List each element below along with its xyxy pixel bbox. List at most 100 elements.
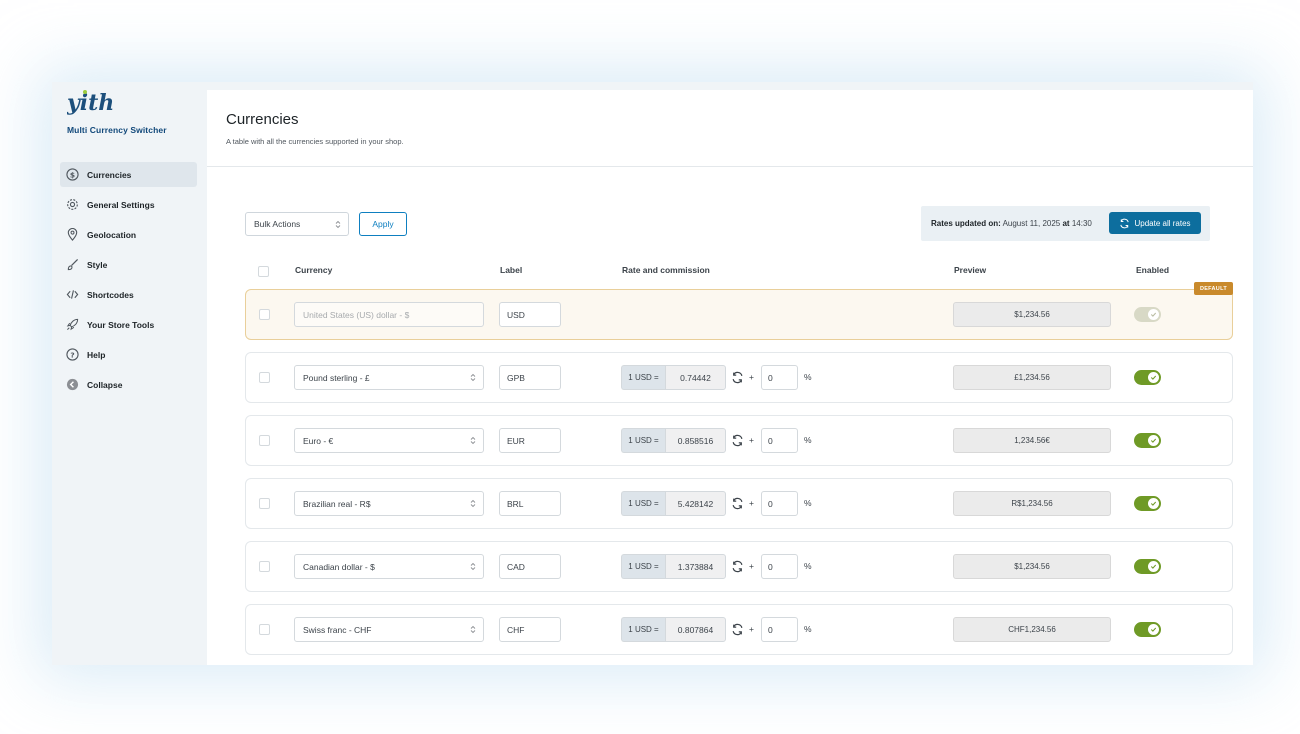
rates-date: August 11, 2025 [1002, 219, 1061, 228]
rate-input[interactable]: 5.428142 [665, 491, 726, 516]
sidebar-item-currencies[interactable]: $ Currencies [60, 162, 197, 187]
toggle-knob [1148, 309, 1159, 320]
refresh-rate-icon[interactable] [731, 371, 744, 384]
refresh-rate-icon[interactable] [731, 623, 744, 636]
check-icon [1150, 564, 1157, 569]
preview-value: £1,234.56 [1014, 373, 1050, 382]
updown-icon [470, 562, 476, 571]
sidebar-item-store-tools[interactable]: Your Store Tools [60, 312, 197, 337]
row-checkbox[interactable] [259, 372, 270, 383]
sidebar-item-help[interactable]: ? Help [60, 342, 197, 367]
rates-status: Rates updated on: August 11, 2025 at 14:… [921, 206, 1210, 241]
row-checkbox[interactable] [259, 624, 270, 635]
check-icon [1150, 312, 1157, 317]
commission-input[interactable]: 0 [761, 554, 798, 579]
currency-select[interactable]: Swiss franc - CHF [294, 617, 484, 642]
enabled-toggle[interactable] [1134, 496, 1161, 511]
plus-sign: + [749, 372, 754, 382]
sidebar-item-label: Help [87, 349, 106, 360]
update-all-rates-button[interactable]: Update all rates [1109, 212, 1201, 234]
refresh-rate-icon[interactable] [731, 497, 744, 510]
sidebar-item-label: Style [87, 259, 108, 270]
commission-input[interactable]: 0 [761, 491, 798, 516]
code-icon [66, 288, 79, 301]
apply-button[interactable]: Apply [359, 212, 407, 236]
select-all-checkbox[interactable] [258, 266, 269, 277]
enabled-toggle [1134, 307, 1161, 322]
rate-prefix: 1 USD = [621, 617, 665, 642]
updown-icon [470, 373, 476, 382]
row-checkbox[interactable] [259, 561, 270, 572]
enabled-toggle[interactable] [1134, 370, 1161, 385]
enabled-toggle[interactable] [1134, 433, 1161, 448]
row-checkbox[interactable] [259, 498, 270, 509]
gear-icon [66, 198, 79, 211]
commission-input[interactable]: 0 [761, 365, 798, 390]
currency-value: Brazilian real - R$ [303, 498, 371, 509]
commission-value: 0 [768, 498, 773, 509]
preview-field: £1,234.56 [953, 365, 1111, 390]
sidebar-item-general-settings[interactable]: General Settings [60, 192, 197, 217]
commission-input[interactable]: 0 [761, 428, 798, 453]
check-icon [1150, 627, 1157, 632]
row-checkbox[interactable] [259, 309, 270, 320]
svg-text:?: ? [70, 350, 74, 359]
enabled-toggle[interactable] [1134, 559, 1161, 574]
rates-at: at [1062, 219, 1070, 228]
label-input[interactable]: CHF [499, 617, 561, 642]
percent-sign: % [804, 561, 812, 571]
label-value: GPB [507, 372, 525, 383]
preview-field: R$1,234.56 [953, 491, 1111, 516]
page-title: Currencies [226, 111, 299, 128]
row-checkbox[interactable] [259, 435, 270, 446]
enabled-toggle[interactable] [1134, 622, 1161, 637]
currency-select[interactable]: Euro - € [294, 428, 484, 453]
check-icon [1150, 501, 1157, 506]
updown-icon [470, 436, 476, 445]
label-input[interactable]: GPB [499, 365, 561, 390]
sidebar-item-collapse[interactable]: Collapse [60, 372, 197, 397]
column-header-label: Label [500, 265, 523, 275]
rate-prefix: 1 USD = [621, 365, 665, 390]
currency-value: Swiss franc - CHF [303, 624, 372, 635]
page-header: Currencies A table with all the currenci… [207, 90, 1253, 167]
sidebar-item-shortcodes[interactable]: Shortcodes [60, 282, 197, 307]
preview-field: $1,234.56 [953, 302, 1111, 327]
commission-input[interactable]: 0 [761, 617, 798, 642]
percent-sign: % [804, 498, 812, 508]
label-input[interactable]: BRL [499, 491, 561, 516]
label-input[interactable]: EUR [499, 428, 561, 453]
currency-select[interactable]: Canadian dollar - $ [294, 554, 484, 579]
label-input[interactable]: USD [499, 302, 561, 327]
commission-value: 0 [768, 435, 773, 446]
map-pin-icon [66, 228, 79, 241]
rate-input[interactable]: 0.858516 [665, 428, 726, 453]
help-icon: ? [66, 348, 79, 361]
plus-sign: + [749, 561, 754, 571]
bulk-actions-select[interactable]: Bulk Actions [245, 212, 349, 236]
rate-input[interactable]: 1.373884 [665, 554, 726, 579]
dollar-circle-icon: $ [66, 168, 79, 181]
refresh-rate-icon[interactable] [731, 560, 744, 573]
sidebar-item-geolocation[interactable]: Geolocation [60, 222, 197, 247]
collapse-icon [66, 378, 79, 391]
sidebar-item-label: Your Store Tools [87, 319, 155, 330]
app-window: yith Multi Currency Switcher $ Currencie… [52, 82, 1253, 665]
updown-icon [470, 499, 476, 508]
currency-select[interactable]: Brazilian real - R$ [294, 491, 484, 516]
currency-row-cad: Canadian dollar - $ CAD 1 USD = 1.373884… [245, 541, 1233, 592]
percent-sign: % [804, 372, 812, 382]
toggle-knob [1148, 372, 1159, 383]
toggle-knob [1148, 435, 1159, 446]
rate-input[interactable]: 0.74442 [665, 365, 726, 390]
preview-field: $1,234.56 [953, 554, 1111, 579]
currency-row-eur: Euro - € EUR 1 USD = 0.858516 + 0 % 1,23… [245, 415, 1233, 466]
label-input[interactable]: CAD [499, 554, 561, 579]
preview-value: R$1,234.56 [1011, 499, 1053, 508]
refresh-rate-icon[interactable] [731, 434, 744, 447]
rate-input[interactable]: 0.807864 [665, 617, 726, 642]
rate-value: 0.74442 [680, 372, 711, 383]
currency-select[interactable]: Pound sterling - £ [294, 365, 484, 390]
brand-name: Multi Currency Switcher [67, 125, 167, 135]
sidebar-item-style[interactable]: Style [60, 252, 197, 277]
